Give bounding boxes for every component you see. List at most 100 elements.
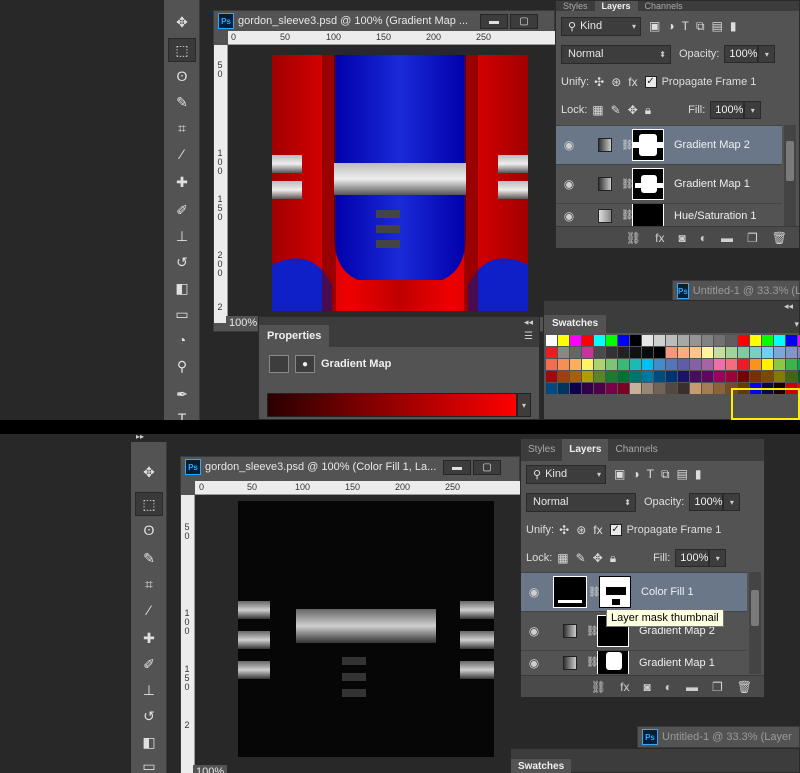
swatch[interactable] xyxy=(702,383,713,394)
tab-styles[interactable]: Styles xyxy=(521,439,562,461)
swatch[interactable] xyxy=(690,383,701,394)
swatch[interactable] xyxy=(546,335,557,346)
swatch[interactable] xyxy=(558,383,569,394)
layers-scrollbar[interactable] xyxy=(784,125,796,227)
unify-style-icon[interactable]: fx xyxy=(628,75,637,89)
swatch[interactable] xyxy=(774,335,785,346)
type-tool-icon[interactable]: T xyxy=(168,406,196,420)
swatch[interactable] xyxy=(774,359,785,370)
add-mask-icon[interactable]: ◙ xyxy=(679,231,686,245)
blur-tool-icon[interactable]: ◔ xyxy=(168,328,196,352)
history-brush-tool-icon[interactable]: ↺ xyxy=(168,250,196,274)
swatch[interactable] xyxy=(570,347,581,358)
swatch[interactable] xyxy=(666,383,677,394)
lock-all-icon[interactable]: 🔒︎ xyxy=(645,103,651,118)
filter-shape-icon[interactable]: ⧉ xyxy=(661,467,670,482)
swatch[interactable] xyxy=(558,359,569,370)
brush-tool-icon[interactable]: ✐ xyxy=(135,652,163,676)
delete-layer-icon[interactable]: 🗑︎ xyxy=(772,231,787,245)
swatch[interactable] xyxy=(762,359,773,370)
swatch[interactable] xyxy=(726,335,737,346)
swatch[interactable] xyxy=(726,371,737,382)
swatch[interactable] xyxy=(666,347,677,358)
swatch[interactable] xyxy=(546,359,557,370)
layer-mask-thumbnail[interactable] xyxy=(632,168,664,200)
swatch[interactable] xyxy=(750,359,761,370)
swatch[interactable] xyxy=(750,371,761,382)
link-layers-icon[interactable]: ⛓ xyxy=(591,680,606,694)
healing-brush-tool-icon[interactable]: ✚ xyxy=(168,170,196,194)
layer-mask-thumbnail[interactable] xyxy=(632,129,664,161)
swatch[interactable] xyxy=(618,347,629,358)
filter-kind-dropdown[interactable]: ⚲ Kind ▾ xyxy=(561,16,641,36)
swatch[interactable] xyxy=(762,335,773,346)
swatch[interactable] xyxy=(594,383,605,394)
lock-pixels-icon[interactable]: ✎ xyxy=(611,103,621,117)
swatch[interactable] xyxy=(582,347,593,358)
swatch[interactable] xyxy=(618,383,629,394)
swatch[interactable] xyxy=(726,359,737,370)
pen-tool-icon[interactable]: ✒ xyxy=(168,382,196,406)
filter-smart-object-icon[interactable]: ▤ xyxy=(712,19,723,33)
layer-mask-thumbnail[interactable] xyxy=(632,204,664,227)
panel-menu-icon[interactable]: ☰ xyxy=(524,331,533,342)
eye-icon[interactable]: ◉ xyxy=(521,656,547,670)
swatch[interactable] xyxy=(642,335,653,346)
blend-mode-dropdown[interactable]: Normal ⬍ xyxy=(526,492,636,512)
history-brush-tool-icon[interactable]: ↺ xyxy=(135,704,163,728)
chain-link-icon[interactable]: ⛓ xyxy=(621,179,634,190)
swatch[interactable] xyxy=(558,335,569,346)
chain-link-icon[interactable]: ⛓ xyxy=(621,140,634,151)
swatch[interactable] xyxy=(666,359,677,370)
new-adjustment-icon[interactable]: ◐ xyxy=(700,231,707,245)
swatch[interactable] xyxy=(714,335,725,346)
lock-transparent-icon[interactable]: ▦ xyxy=(557,551,568,565)
stamp-tool-icon[interactable]: ⊥ xyxy=(135,678,163,702)
swatch[interactable] xyxy=(738,359,749,370)
quick-selection-tool-icon[interactable]: ✎ xyxy=(135,546,163,570)
new-layer-icon[interactable]: ❐ xyxy=(712,680,723,694)
eye-icon[interactable]: ◉ xyxy=(556,177,582,191)
filter-toggle-icon[interactable]: ▮ xyxy=(730,19,737,33)
filter-adjustment-icon[interactable]: ◑ xyxy=(632,467,639,481)
swatch[interactable] xyxy=(690,359,701,370)
swatch[interactable] xyxy=(714,347,725,358)
maximize-button[interactable]: ▢ xyxy=(510,14,538,29)
swatch[interactable] xyxy=(654,383,665,394)
chain-link-icon[interactable]: ⛓ xyxy=(586,657,599,668)
unify-position-icon[interactable]: ✣ xyxy=(559,523,569,537)
swatch[interactable] xyxy=(786,347,797,358)
layers-scrollbar[interactable] xyxy=(749,572,761,674)
eye-icon[interactable]: ◉ xyxy=(556,138,582,152)
swatch[interactable] xyxy=(678,335,689,346)
layer-mask-thumbnail[interactable] xyxy=(597,651,629,674)
swatch[interactable] xyxy=(630,383,641,394)
swatch[interactable] xyxy=(606,347,617,358)
swatch[interactable] xyxy=(678,371,689,382)
chain-link-icon[interactable]: ⛓ xyxy=(621,210,634,221)
tab-layers[interactable]: Layers xyxy=(562,439,609,461)
new-group-icon[interactable]: ▬ xyxy=(686,680,698,694)
swatch[interactable] xyxy=(618,371,629,382)
unify-visibility-icon[interactable]: ⊛ xyxy=(576,523,586,537)
filter-pixel-icon[interactable]: ▣ xyxy=(649,19,660,33)
swatch[interactable] xyxy=(666,371,677,382)
swatch[interactable] xyxy=(618,359,629,370)
filter-adjustment-icon[interactable]: ◑ xyxy=(667,19,674,33)
eyedropper-tool-icon[interactable]: ⁄ xyxy=(135,598,163,622)
swatch[interactable] xyxy=(594,347,605,358)
opacity-field[interactable]: 100% xyxy=(724,45,759,63)
swatch[interactable] xyxy=(690,371,701,382)
fill-dropdown-button[interactable]: ▾ xyxy=(709,549,727,567)
swatch[interactable] xyxy=(714,371,725,382)
swatch[interactable] xyxy=(630,335,641,346)
eye-icon[interactable]: ◉ xyxy=(521,585,547,599)
swatch[interactable] xyxy=(654,371,665,382)
swatch[interactable] xyxy=(546,371,557,382)
zoom-level[interactable]: 100% xyxy=(193,765,228,773)
swatch[interactable] xyxy=(774,371,785,382)
tab-properties[interactable]: Properties xyxy=(259,325,330,347)
swatch[interactable] xyxy=(750,347,761,358)
lasso-tool-icon[interactable]: ʘ xyxy=(168,64,196,88)
tab-channels[interactable]: Channels xyxy=(608,439,664,461)
